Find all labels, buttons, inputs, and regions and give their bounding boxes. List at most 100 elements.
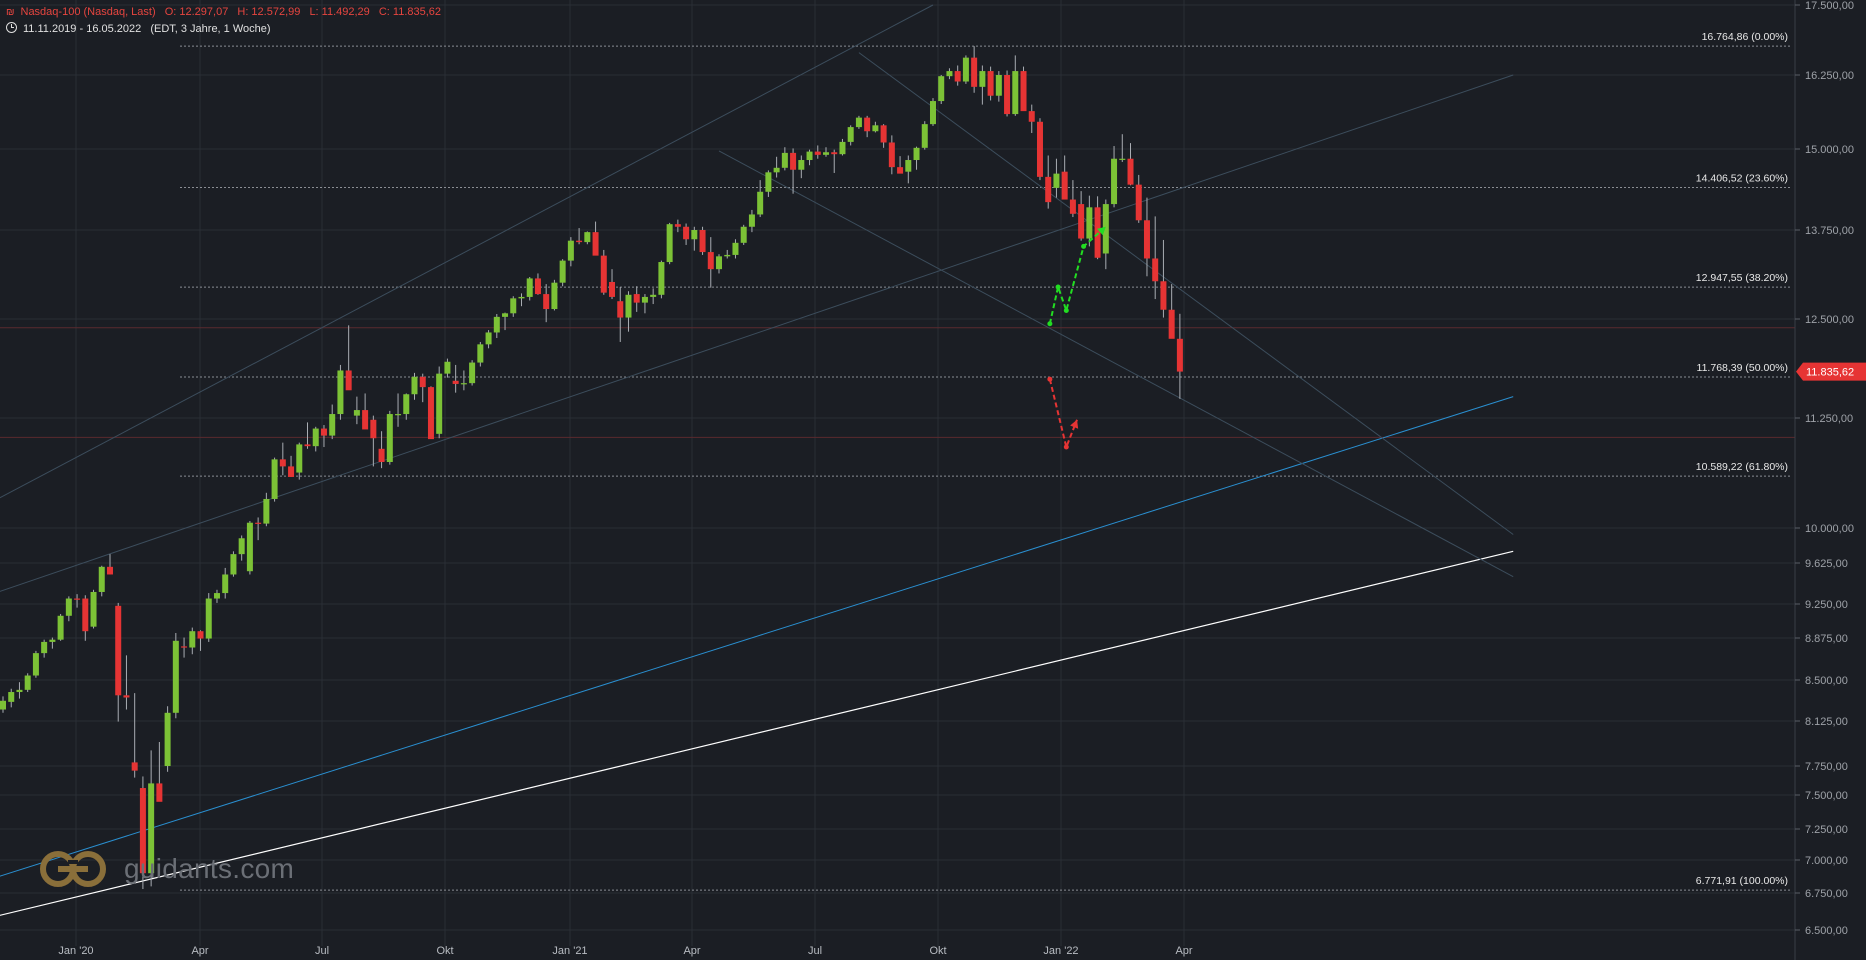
- candle-body: [518, 296, 525, 299]
- clock-icon: [6, 22, 17, 33]
- projection-node: [1055, 284, 1061, 290]
- candle-body: [962, 57, 969, 82]
- candle-body: [49, 639, 56, 642]
- candle-body: [98, 566, 105, 592]
- candle-body: [1028, 111, 1035, 122]
- candle-body: [724, 254, 731, 257]
- candle-body: [320, 428, 327, 436]
- price-axis-label: 17.500,00: [1805, 0, 1854, 12]
- candle-body: [57, 615, 64, 640]
- candle-body: [1004, 75, 1011, 115]
- chart-canvas[interactable]: 16.764,86 (0.00%) 14.406,52 (23.60%) 12.94…: [0, 0, 1866, 960]
- candle-body: [855, 117, 862, 128]
- candle-body: [1078, 204, 1085, 239]
- candle-body: [625, 294, 632, 318]
- candle-body: [1045, 176, 1052, 203]
- candle-body: [329, 414, 336, 436]
- candle-body: [1036, 121, 1043, 177]
- candle-body: [436, 373, 443, 434]
- candle-body: [189, 631, 196, 648]
- candle-body: [510, 298, 517, 314]
- candle-body: [1069, 199, 1076, 214]
- candle-body: [362, 410, 369, 430]
- price-axis-label: 8.125,00: [1805, 716, 1848, 728]
- candle-body: [1094, 207, 1101, 258]
- candle-body: [419, 376, 426, 388]
- candle-body: [781, 152, 788, 168]
- candle-body: [41, 641, 48, 654]
- candle-body: [8, 692, 15, 702]
- candle-body: [172, 640, 179, 713]
- candle-body: [798, 160, 805, 170]
- candle-body: [658, 262, 665, 295]
- candle-body: [164, 712, 171, 766]
- candle-body: [839, 141, 846, 155]
- candle-body: [65, 598, 72, 616]
- candle-body: [238, 538, 245, 555]
- fib-level-label: 14.406,52 (23.60%): [1696, 172, 1788, 184]
- candle-body: [1020, 71, 1027, 112]
- price-axis-label: 6.750,00: [1805, 888, 1848, 900]
- candle-body: [683, 226, 690, 240]
- candle-body: [82, 598, 89, 632]
- candle-body: [971, 57, 978, 87]
- candle-body: [1086, 207, 1093, 239]
- candle-body: [16, 689, 23, 693]
- candle-body: [345, 370, 352, 391]
- candle-body: [386, 414, 393, 462]
- candle-body: [551, 282, 558, 310]
- candle-body: [847, 127, 854, 142]
- candle-body: [757, 191, 764, 215]
- candle-body: [1143, 220, 1150, 259]
- candle-body: [0, 700, 6, 710]
- close-value: C: 11.835,62: [378, 6, 442, 18]
- last-price-label: 11.835,62: [1806, 367, 1854, 379]
- candle-body: [469, 362, 476, 384]
- candle-body: [864, 117, 871, 132]
- time-axis-label: Jan '20: [58, 945, 93, 957]
- fib-level-label: 11.768,39 (50.00%): [1697, 362, 1788, 374]
- candle-body: [559, 260, 566, 283]
- candle-body: [888, 142, 895, 168]
- candle-body: [24, 675, 31, 690]
- candle-body: [403, 394, 410, 415]
- time-axis-label: Jul: [808, 945, 822, 957]
- candle-body: [263, 498, 270, 524]
- candle-body: [1012, 71, 1019, 115]
- candle-body: [674, 224, 681, 227]
- candle-body: [1119, 158, 1126, 160]
- fib-level-label: 12.947,55 (38.20%): [1696, 272, 1788, 284]
- candle-body: [181, 646, 188, 648]
- candle-body: [534, 278, 541, 295]
- candle-body: [230, 554, 237, 575]
- fib-level-label: 10.589,22 (61.80%): [1696, 461, 1788, 473]
- candle-body: [452, 380, 459, 384]
- candle-body: [790, 152, 797, 170]
- time-axis-label: Jan '22: [1043, 945, 1078, 957]
- candle-body: [526, 278, 533, 297]
- candle-body: [123, 695, 130, 698]
- chart-settings[interactable]: (EDT, 3 Jahre, 1 Woche): [150, 23, 270, 35]
- candle-body: [979, 71, 986, 87]
- candle-body: [600, 255, 607, 293]
- candle-body: [773, 167, 780, 173]
- candle-body: [1160, 281, 1167, 310]
- price-axis-label: 16.250,00: [1805, 70, 1854, 82]
- candle-body: [370, 419, 377, 439]
- fib-level-label: 6.771,91 (100.00%): [1696, 875, 1788, 887]
- candle-body: [427, 387, 434, 440]
- price-axis-label: 11.250,00: [1805, 413, 1853, 425]
- price-axis-label: 15.000,00: [1805, 144, 1854, 156]
- candle-body: [493, 316, 500, 333]
- candle-body: [205, 598, 212, 639]
- candle-body: [938, 76, 945, 102]
- candle-body: [699, 230, 706, 253]
- instrument-name[interactable]: Nasdaq-100 (Nasdaq, Last): [21, 6, 156, 18]
- price-axis-label: 8.875,00: [1805, 633, 1848, 645]
- candle-body: [814, 151, 821, 155]
- candle-body: [74, 598, 81, 600]
- date-range[interactable]: 11.11.2019 - 16.05.2022: [23, 23, 141, 35]
- candle-body: [90, 591, 97, 627]
- price-axis-label: 13.750,00: [1805, 225, 1854, 237]
- candle-body: [576, 240, 583, 243]
